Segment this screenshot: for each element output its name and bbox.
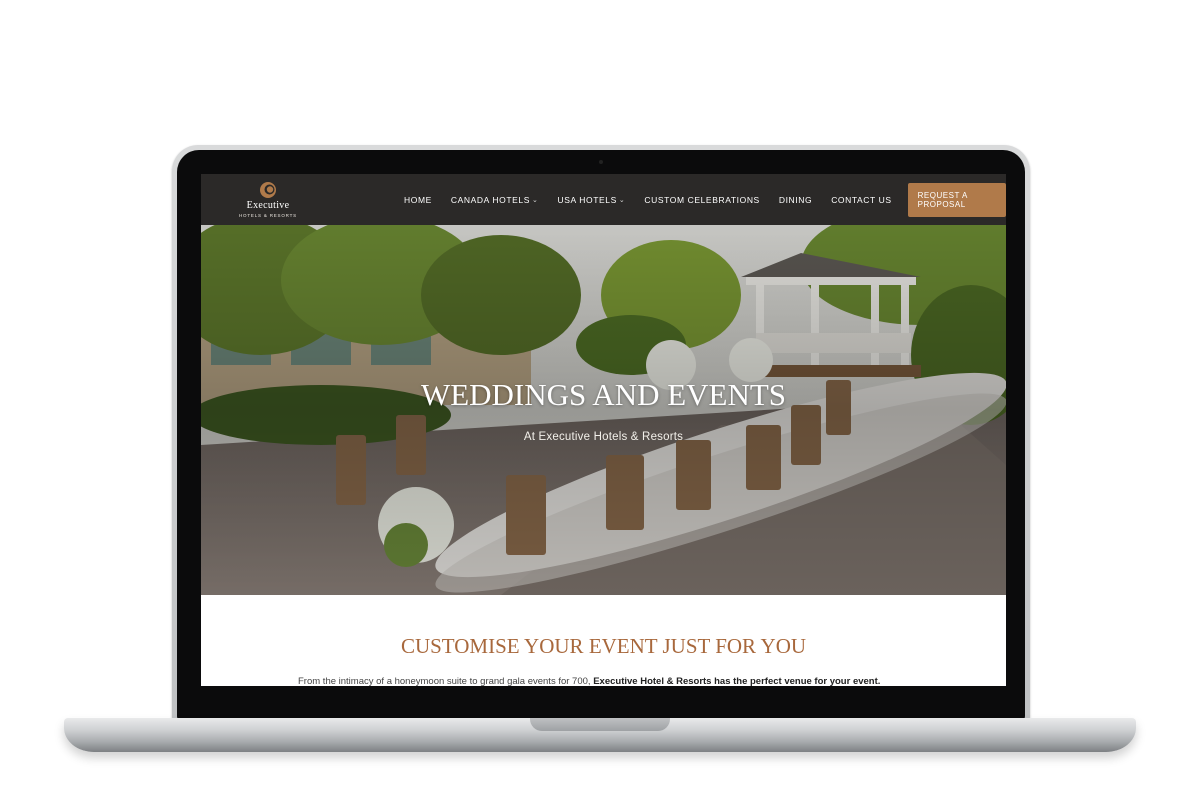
site-header: Executive HOTELS & RESORTS HOME CANADA H… <box>201 174 1006 225</box>
nav-canada-hotels[interactable]: CANADA HOTELS ⌄ <box>451 195 539 205</box>
nav-custom-celebrations[interactable]: CUSTOM CELEBRATIONS <box>644 195 759 205</box>
chevron-down-icon: ⌄ <box>532 196 539 204</box>
laptop-notch <box>530 718 670 731</box>
intro-paragraph: From the intimacy of a honeymoon suite t… <box>298 676 938 686</box>
nav-dining[interactable]: DINING <box>779 195 812 205</box>
nav-label: DINING <box>778 194 813 205</box>
logo-mark-icon <box>260 182 276 198</box>
intro-bold-text: Executive Hotel & Resorts has the perfec… <box>593 676 881 686</box>
request-proposal-button[interactable]: REQUEST A PROPOSAL <box>907 182 1006 217</box>
nav-usa-hotels[interactable]: USA HOTELS ⌄ <box>558 195 626 205</box>
logo[interactable]: Executive HOTELS & RESORTS <box>237 181 299 221</box>
hero-subtitle: At Executive Hotels & Resorts <box>523 431 684 443</box>
nav-label: HOME <box>404 194 432 205</box>
intro-text: From the intimacy of a honeymoon suite t… <box>298 676 594 686</box>
logo-name: Executive <box>246 200 290 211</box>
section-title: CUSTOMISE YOUR EVENT JUST FOR YOU <box>400 634 807 658</box>
website-screen: Executive HOTELS & RESORTS HOME CANADA H… <box>201 174 1006 686</box>
hero-title: WEDDINGS AND EVENTS <box>420 377 787 412</box>
hero-banner: WEDDINGS AND EVENTS At Executive Hotels … <box>201 225 1006 595</box>
camera-icon <box>599 160 603 164</box>
nav-label: CANADA HOTELS <box>450 194 531 205</box>
nav-label: CUSTOM CELEBRATIONS <box>644 194 760 205</box>
nav-label: USA HOTELS <box>557 194 617 205</box>
nav-home[interactable]: HOME <box>404 195 432 205</box>
logo-subtitle: HOTELS & RESORTS <box>239 213 297 218</box>
main-nav: HOME CANADA HOTELS ⌄ USA HOTELS ⌄ CUSTOM… <box>404 174 1006 225</box>
nav-contact-us[interactable]: CONTACT US <box>831 195 891 205</box>
chevron-down-icon: ⌄ <box>618 196 626 204</box>
nav-label: CONTACT US <box>831 194 892 205</box>
